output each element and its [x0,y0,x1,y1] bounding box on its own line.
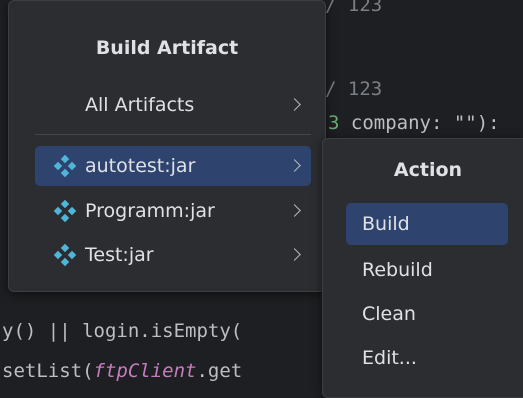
code-token: ftpClient [93,360,197,382]
menu-item-label: Edit... [362,347,417,369]
chevron-right-icon [288,204,301,217]
artifact-item-programm[interactable]: Programm:jar [35,191,311,231]
build-artifact-popup: Build Artifact All Artifacts autotest:ja… [8,0,326,292]
menu-item-label: All Artifacts [85,94,195,116]
menu-item-label: Build [362,213,410,235]
code-line: / 123 [325,78,383,100]
menu-separator [35,134,311,135]
build-action[interactable]: Build [346,203,508,245]
menu-item-label: autotest:jar [85,155,196,177]
artifact-icon [53,154,77,178]
rebuild-action[interactable]: Rebuild [346,249,508,291]
menu-item-label: Programm:jar [85,200,215,222]
code-line: / 123 [325,0,383,16]
chevron-right-icon [288,98,301,111]
artifact-icon [53,199,77,223]
code-line: 3 company: ""): [328,112,500,134]
artifact-icon [53,243,77,267]
action-popup: Action Build Rebuild Clean Edit... [322,138,523,398]
all-artifacts-item[interactable]: All Artifacts [35,85,311,125]
menu-item-label: Rebuild [362,259,433,281]
menu-item-label: Clean [362,303,416,325]
code-token: .get [196,360,243,382]
edit-action[interactable]: Edit... [346,337,508,379]
code-token: setList( [2,360,94,382]
code-line: y() || login.isEmpty( [2,320,243,342]
popup-title: Action [393,159,463,181]
clean-action[interactable]: Clean [346,293,508,335]
popup-title: Build Artifact [95,37,239,59]
artifact-item-test[interactable]: Test:jar [35,235,311,275]
code-line: setList(ftpClient.get [2,360,242,382]
menu-item-label: Test:jar [85,244,154,266]
code-token: company: ""): [339,112,500,134]
chevron-right-icon [288,159,301,172]
code-token: 3 [328,112,340,134]
artifact-item-autotest[interactable]: autotest:jar [35,146,311,186]
chevron-right-icon [288,248,301,261]
